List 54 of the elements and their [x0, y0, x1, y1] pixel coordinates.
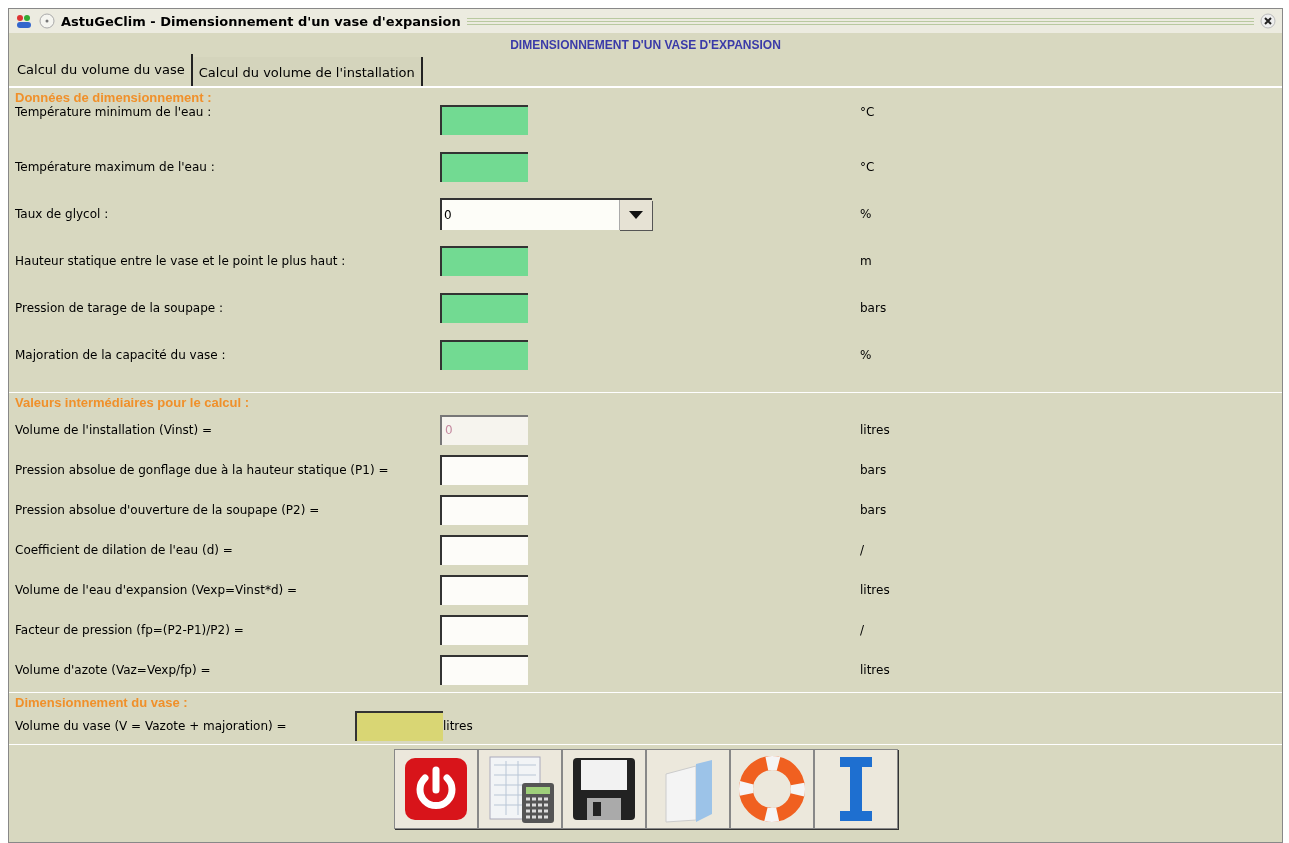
unit-label: / — [860, 543, 866, 557]
result-field[interactable] — [355, 711, 443, 741]
unit-label: / — [860, 623, 866, 637]
unit-label: % — [860, 206, 873, 221]
close-icon[interactable] — [1260, 13, 1276, 29]
field-label: Volume de l'eau d'expansion (Vexp=Vinst*d) = — [15, 583, 299, 597]
toolbar-button[interactable] — [477, 749, 562, 829]
output-field[interactable] — [440, 575, 528, 605]
unit-label: bars — [860, 300, 888, 315]
page-heading: DIMENSIONNEMENT D'UN VASE D'EXPANSION — [509, 37, 782, 54]
unit-label: litres — [860, 423, 891, 437]
field-label: Taux de glycol : — [15, 206, 110, 221]
unit-label: litres — [443, 719, 474, 733]
window-title: AstuGeClim - Dimensionnement d'un vase d'expansion — [61, 13, 461, 29]
field-label: Température minimum de l'eau : — [15, 105, 213, 119]
toolbar-button[interactable] — [561, 749, 646, 829]
unit-label: °C — [860, 105, 876, 119]
field-label: Volume du vase (V = Vazote + majoration) = — [15, 719, 288, 733]
section-title: Valeurs intermédiaires pour le calcul : — [15, 396, 251, 410]
tab[interactable]: Calcul du volume de l'installation — [192, 57, 423, 86]
field-label: Pression absolue de gonflage due à la hauteur statique (P1) = — [15, 463, 390, 477]
unit-label: bars — [860, 503, 888, 517]
power-icon — [402, 756, 469, 822]
section-title: Dimensionnement du vase : — [15, 696, 189, 710]
output-field[interactable] — [440, 615, 528, 645]
unit-label: °C — [860, 159, 876, 174]
input-field[interactable] — [440, 245, 528, 276]
field-label: Facteur de pression (fp=(P2-P1)/P2) = — [15, 623, 245, 637]
lifebuoy-icon — [736, 754, 807, 824]
people-icon — [15, 13, 33, 29]
field-label: Volume de l'installation (Vinst) = — [15, 423, 214, 437]
field-label: Coefficient de dilation de l'eau (d) = — [15, 543, 234, 557]
input-field[interactable] — [440, 105, 528, 135]
field-label: Hauteur statique entre le vase et le point le plus haut : — [15, 253, 347, 268]
unit-label: litres — [860, 583, 891, 597]
field-label: Température maximum de l'eau : — [15, 159, 216, 174]
output-field[interactable] — [440, 535, 528, 565]
unit-label: m — [860, 253, 873, 268]
field-label: Pression de tarage de la soupape : — [15, 300, 224, 315]
dropdown[interactable]: 0 — [440, 197, 652, 230]
section-title: Données de dimensionnement : — [15, 91, 213, 105]
input-field[interactable] — [440, 339, 528, 370]
field-label: Volume d'azote (Vaz=Vexp/fp) = — [15, 663, 212, 677]
unit-label: litres — [860, 663, 891, 677]
unit-label: bars — [860, 463, 888, 477]
output-field[interactable] — [440, 655, 528, 685]
output-field[interactable] — [440, 495, 528, 525]
field-label: Pression absolue d'ouverture de la soupape (P2) = — [15, 503, 321, 517]
field-label: Majoration de la capacité du vase : — [15, 347, 227, 362]
input-field[interactable] — [440, 151, 528, 182]
input-field[interactable] — [440, 292, 528, 323]
unit-label: % — [860, 347, 873, 362]
caret-icon — [629, 210, 643, 219]
output-field[interactable] — [440, 455, 528, 485]
